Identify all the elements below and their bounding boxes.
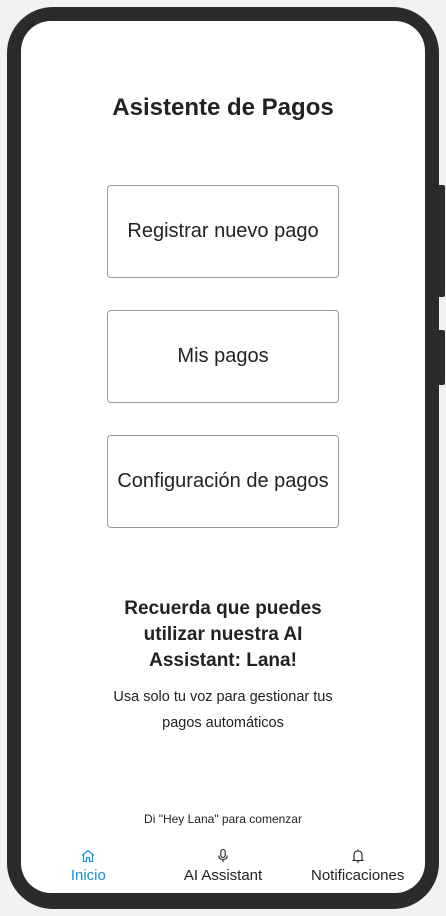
nav-item-ai-assistant[interactable]: AI Assistant	[156, 846, 291, 893]
nav-label-ai-assistant: AI Assistant	[183, 867, 263, 884]
home-icon	[81, 849, 95, 863]
nav-item-notificaciones[interactable]: Notificaciones	[290, 846, 425, 893]
register-payment-button[interactable]: Registrar nuevo pago	[107, 185, 339, 278]
volume-button	[439, 185, 445, 297]
my-payments-button[interactable]: Mis pagos	[107, 310, 339, 403]
nav-item-inicio[interactable]: Inicio	[21, 846, 156, 893]
page-title: Asistente de Pagos	[112, 94, 334, 121]
payment-settings-button[interactable]: Configuración de pagos	[107, 435, 339, 528]
power-button	[439, 330, 445, 385]
assistant-promo-title: Recuerda que puedes utilizar nuestra AI …	[124, 598, 322, 671]
assistant-promo-subtitle: Usa solo tu voz para gestionar tus pagos…	[113, 689, 333, 731]
nav-label-inicio: Inicio	[70, 867, 106, 884]
app-screen: Asistente de Pagos Registrar nuevo pago …	[21, 21, 425, 893]
bottom-nav: Inicio AI Assistant Notificaciones	[21, 846, 425, 893]
bell-icon	[352, 849, 364, 863]
wake-word-hint: Di "Hey Lana" para comenzar	[144, 812, 302, 826]
microphone-icon	[218, 848, 228, 862]
nav-label-notificaciones: Notificaciones	[310, 867, 405, 884]
